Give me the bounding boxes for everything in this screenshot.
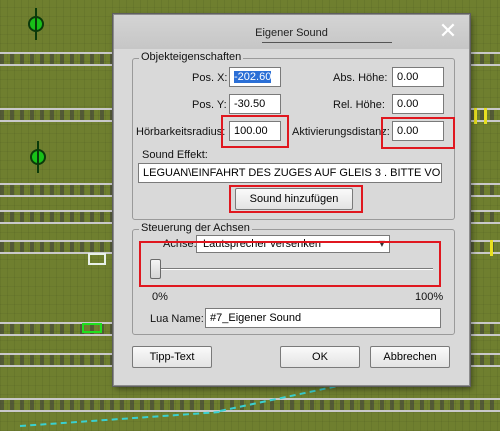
axis-control-highlight — [139, 241, 441, 287]
rel-height-field[interactable]: 0.00 — [392, 94, 444, 114]
signal-icon[interactable] — [28, 8, 44, 40]
group-legend: Steuerung der Achsen — [139, 222, 252, 234]
ok-button[interactable]: OK — [280, 346, 360, 368]
signal-icon[interactable] — [30, 141, 46, 173]
track-object-icon[interactable] — [82, 323, 102, 333]
rel-height-label: Rel. Höhe: — [333, 99, 385, 111]
dialog-title: Eigener Sound — [255, 27, 328, 39]
cancel-button[interactable]: Abbrechen — [370, 346, 450, 368]
group-legend: Objekteigenschaften — [139, 51, 244, 63]
sound-effect-label: Sound Effekt: — [142, 149, 208, 161]
title-bar[interactable]: Eigener Sound ✕ — [114, 15, 469, 49]
activation-distance-highlight — [381, 117, 455, 149]
track-marker-icon — [490, 240, 493, 256]
hearing-radius-highlight — [221, 115, 289, 148]
title-underline — [262, 42, 392, 43]
slider-max-label: 100% — [415, 291, 444, 303]
tooltip-button[interactable]: Tipp-Text — [132, 346, 212, 368]
track-marker-icon — [474, 108, 477, 124]
path-line — [19, 411, 220, 427]
track-marker-icon — [484, 108, 487, 124]
close-icon[interactable]: ✕ — [437, 21, 459, 43]
lua-name-field[interactable]: #7_Eigener Sound — [205, 308, 441, 328]
pos-x-field[interactable]: -202.60 — [229, 67, 281, 87]
lua-name-label: Lua Name: — [150, 313, 204, 325]
slider-min-label: 0% — [152, 291, 168, 303]
pos-y-label: Pos. Y: — [192, 99, 227, 111]
pos-x-label: Pos. X: — [192, 72, 228, 84]
add-sound-highlight — [229, 185, 363, 213]
sound-effect-field[interactable]: LEGUAN\EINFAHRT DES ZUGES AUF GLEIS 3 . … — [138, 163, 442, 183]
activation-distance-label: Aktivierungsdistanz: — [292, 126, 390, 138]
hearing-radius-label: Hörbarkeitsradius: — [136, 126, 226, 138]
pos-y-field[interactable]: -30.50 — [229, 94, 281, 114]
abs-height-field[interactable]: 0.00 — [392, 67, 444, 87]
track-object-icon[interactable] — [88, 253, 106, 265]
abs-height-label: Abs. Höhe: — [333, 72, 388, 84]
